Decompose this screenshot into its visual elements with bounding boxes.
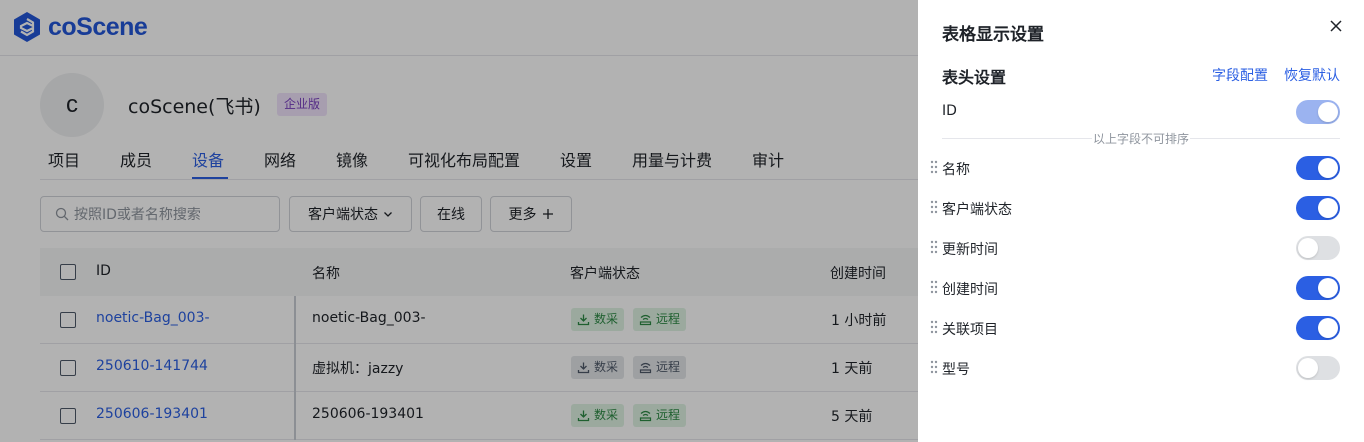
drag-handle-icon[interactable] (930, 280, 938, 294)
field-toggle-project[interactable] (1296, 316, 1340, 340)
field-row-client-status[interactable]: 客户端状态 (918, 188, 1364, 228)
field-toggle-name[interactable] (1296, 156, 1340, 180)
field-label: 型号 (942, 362, 970, 378)
field-toggle-id (1296, 100, 1340, 124)
close-icon (1330, 20, 1342, 32)
field-config-link[interactable]: 字段配置 (1212, 65, 1268, 85)
field-label: 名称 (942, 162, 970, 178)
field-label: 更新时间 (942, 242, 998, 258)
field-label: ID (942, 103, 957, 119)
field-row-id: ID (918, 92, 1364, 132)
drag-handle-icon[interactable] (930, 320, 938, 334)
header-settings-title: 表头设置 (942, 68, 1007, 87)
drawer-title: 表格显示设置 (942, 25, 1044, 45)
reset-default-link[interactable]: 恢复默认 (1284, 65, 1340, 85)
field-row-project[interactable]: 关联项目 (918, 308, 1364, 348)
divider-text: 以上字段不可排序 (1092, 132, 1189, 146)
close-button[interactable] (1326, 16, 1346, 36)
drag-handle-icon[interactable] (930, 360, 938, 374)
field-row-updated[interactable]: 更新时间 (918, 228, 1364, 268)
field-row-created[interactable]: 创建时间 (918, 268, 1364, 308)
field-label: 客户端状态 (942, 202, 1012, 218)
sortable-divider: 以上字段不可排序 (942, 128, 1340, 148)
field-label: 创建时间 (942, 282, 998, 298)
field-toggle-model[interactable] (1296, 356, 1340, 380)
table-display-settings-drawer: 表格显示设置 表头设置 字段配置 恢复默认 ID 以上字段不可排序 名称 客户端… (918, 0, 1364, 442)
field-toggle-updated[interactable] (1296, 236, 1340, 260)
drag-handle-icon[interactable] (930, 240, 938, 254)
drag-handle-icon[interactable] (930, 200, 938, 214)
drag-handle-icon[interactable] (930, 160, 938, 174)
field-label: 关联项目 (942, 322, 998, 338)
field-toggle-client-status[interactable] (1296, 196, 1340, 220)
field-row-model[interactable]: 型号 (918, 348, 1364, 388)
field-toggle-created[interactable] (1296, 276, 1340, 300)
field-row-name[interactable]: 名称 (918, 148, 1364, 188)
